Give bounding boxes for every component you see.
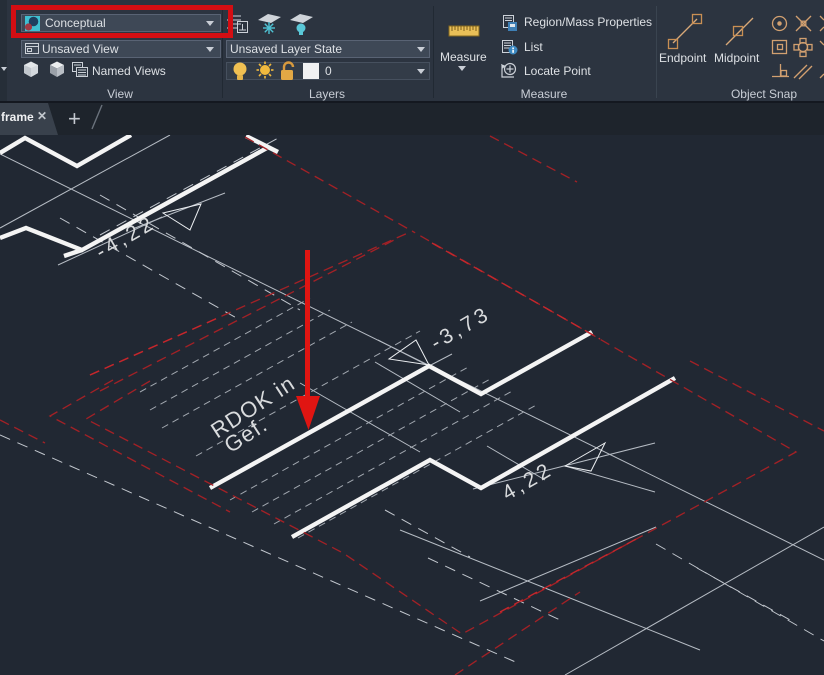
svg-text:-3,73: -3,73 — [427, 302, 495, 355]
svg-text:-4,22: -4,22 — [92, 211, 160, 264]
svg-text:4,22: 4,22 — [498, 458, 557, 505]
